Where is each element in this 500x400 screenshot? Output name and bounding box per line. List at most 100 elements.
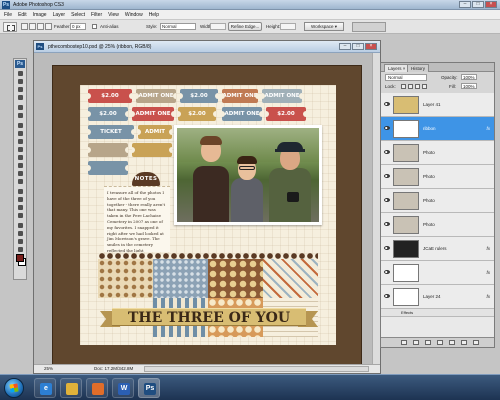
layer-row[interactable]: Photo [381,141,494,165]
lock-all-icon[interactable] [422,84,427,89]
tab-history[interactable]: History [407,64,430,72]
layer-row[interactable]: JCaE rulers fx [381,237,494,261]
maximize-button[interactable]: □ [472,1,484,8]
visibility-eye-icon[interactable] [384,102,390,106]
layer-row[interactable]: Layer 41 [381,93,494,117]
trash-icon[interactable] [473,340,479,345]
visibility-eye-icon[interactable] [384,246,390,250]
taskbar-app-button[interactable]: W [112,378,134,398]
opacity-input[interactable]: 100% [461,74,477,80]
document-close-button[interactable]: × [365,43,377,50]
visibility-eye-icon[interactable] [384,294,390,298]
feather-input[interactable]: 0 px [70,23,86,30]
lock-position-icon[interactable] [415,84,420,89]
menu-image[interactable]: Image [33,12,47,18]
taskbar-app-button[interactable] [60,378,82,398]
visibility-eye-icon[interactable] [384,222,390,226]
taskbar-app-button[interactable] [86,378,108,398]
menu-view[interactable]: View [108,12,119,18]
layer-row[interactable]: Photo [381,189,494,213]
lock-transparency-icon[interactable] [401,84,406,89]
width-input[interactable] [210,23,226,30]
layer-effects-row[interactable]: Effects [381,309,494,317]
layer-row[interactable]: fx [381,261,494,285]
marquee-tool-preset-icon[interactable] [3,22,17,32]
layer-row[interactable]: Layer 24 fx [381,285,494,309]
history-brush-icon[interactable] [16,146,25,153]
dodge-tool-icon[interactable] [16,178,25,185]
add-selection-icon[interactable] [29,23,36,30]
lock-pixels-icon[interactable] [408,84,413,89]
blur-tool-icon[interactable] [16,170,25,177]
zoom-tool-icon[interactable] [16,246,25,253]
fill-input[interactable]: 100% [461,83,477,89]
gradient-tool-icon[interactable] [16,162,25,169]
add-mask-icon[interactable] [425,340,431,345]
menu-select[interactable]: Select [71,12,85,18]
layer-style-icon[interactable] [413,340,419,345]
document-minimize-button[interactable]: – [339,43,351,50]
visibility-eye-icon[interactable] [384,126,390,130]
layer-row[interactable]: ribbon fx [381,117,494,141]
taskbar-app-button[interactable]: e [34,378,56,398]
new-selection-icon[interactable] [21,23,28,30]
healing-brush-icon[interactable] [16,122,25,129]
horizontal-scrollbar[interactable] [144,366,369,372]
close-button[interactable]: × [485,1,497,8]
style-select[interactable]: Normal [160,23,196,30]
menu-window[interactable]: Window [125,12,143,18]
eyedropper-tool-icon[interactable] [16,230,25,237]
menu-file[interactable]: File [4,12,12,18]
start-button[interactable] [4,378,24,398]
type-tool-icon[interactable] [16,196,25,203]
antialias-checkbox[interactable] [92,24,97,29]
intersect-selection-icon[interactable] [45,23,52,30]
shape-tool-icon[interactable] [16,212,25,219]
pen-tool-icon[interactable] [16,204,25,211]
move-tool-icon[interactable] [16,70,25,77]
foreground-color-swatch[interactable] [16,254,24,262]
height-input[interactable] [280,23,296,30]
layer-fx-icon[interactable]: fx [486,126,490,131]
new-group-icon[interactable] [449,340,455,345]
magic-wand-tool-icon[interactable] [16,94,25,101]
taskbar-app-button[interactable]: Ps [138,378,160,398]
refine-edge-button[interactable]: Refine Edge... [228,22,262,31]
document-canvas[interactable]: $2.00 ADMIT ONE $2.00 ADMIT ONE ADMIT ONE $2.… [52,65,362,365]
palette-well[interactable] [352,22,386,32]
subtract-selection-icon[interactable] [37,23,44,30]
zoom-level[interactable]: 25% [44,365,53,373]
visibility-eye-icon[interactable] [384,150,390,154]
clone-stamp-icon[interactable] [16,138,25,145]
menu-filter[interactable]: Filter [91,12,102,18]
path-selection-icon[interactable] [16,188,25,195]
link-layers-icon[interactable] [401,340,407,345]
menu-edit[interactable]: Edit [18,12,27,18]
workspace-button[interactable]: Workspace ▾ [304,22,344,31]
crop-tool-icon[interactable] [16,104,25,111]
visibility-eye-icon[interactable] [384,270,390,274]
visibility-eye-icon[interactable] [384,198,390,202]
layer-fx-icon[interactable]: fx [486,246,490,251]
marquee-tool-icon[interactable] [16,78,25,85]
document-maximize-button[interactable]: □ [352,43,364,50]
brush-tool-icon[interactable] [16,130,25,137]
doc-size-info[interactable]: Doc: 17.2M/342.8M [94,365,133,373]
layer-fx-icon[interactable]: fx [486,294,490,299]
vertical-scrollbar[interactable] [372,53,380,365]
hand-tool-icon[interactable] [16,238,25,245]
visibility-eye-icon[interactable] [384,174,390,178]
menu-help[interactable]: Help [149,12,159,18]
lasso-tool-icon[interactable] [16,86,25,93]
tab-layers[interactable]: Layers × [384,64,410,72]
slice-tool-icon[interactable] [16,112,25,119]
adjustment-layer-icon[interactable] [437,340,443,345]
layer-fx-icon[interactable]: fx [486,270,490,275]
layer-row[interactable]: Photo [381,165,494,189]
eraser-tool-icon[interactable] [16,154,25,161]
menu-layer[interactable]: Layer [53,12,66,18]
layer-row[interactable]: Photo [381,213,494,237]
blend-mode-select[interactable]: Normal [385,74,427,81]
minimize-button[interactable]: – [459,1,471,8]
new-layer-icon[interactable] [461,340,467,345]
